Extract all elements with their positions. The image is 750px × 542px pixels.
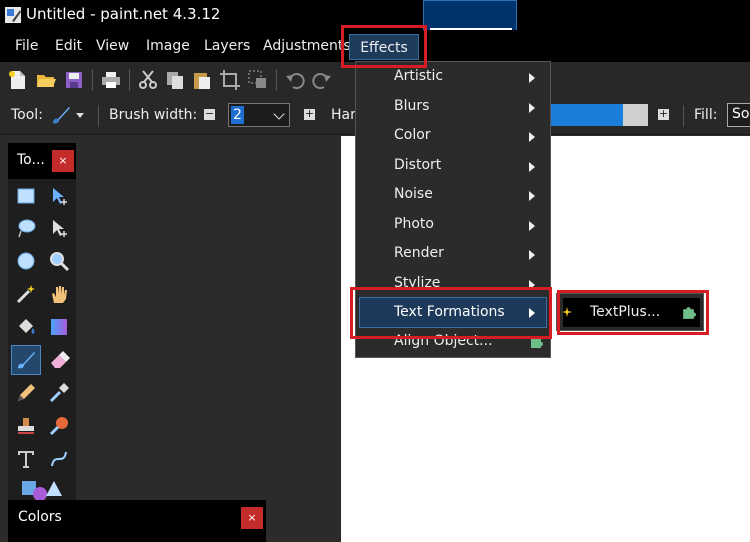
zoom-icon[interactable] [46, 248, 72, 274]
menu-adjustments[interactable]: Adjustments [263, 32, 351, 60]
move-selection-icon[interactable] [46, 215, 72, 241]
submenu-arrow-icon [529, 250, 535, 260]
toolbar-separator [92, 69, 93, 91]
save-icon[interactable] [63, 69, 85, 91]
tools-close-button[interactable]: × [52, 150, 74, 172]
clone-stamp-icon[interactable] [13, 413, 39, 439]
submenu-arrow-icon [529, 132, 535, 142]
paintbrush-tool-icon[interactable] [50, 104, 72, 126]
submenu-arrow-icon [529, 191, 535, 201]
fill-select[interactable]: Sol [727, 103, 750, 127]
recolor-icon[interactable] [46, 413, 72, 439]
open-icon[interactable] [35, 69, 57, 91]
magic-wand-icon[interactable] [13, 281, 39, 307]
paintnet-app-icon [4, 6, 22, 24]
decrease-width-icon[interactable]: − [204, 108, 215, 120]
gradient-icon[interactable] [46, 314, 72, 340]
effects-item-distort[interactable]: Distort [356, 152, 550, 181]
colors-close-button[interactable]: × [241, 507, 263, 529]
toolbar-separator [276, 69, 277, 91]
colors-panel-title: Colors [18, 509, 62, 525]
redo-icon[interactable] [311, 69, 333, 91]
brush-width-value: 2 [231, 106, 244, 124]
pencil-icon[interactable] [13, 380, 39, 406]
effects-item-blurs[interactable]: Blurs [356, 93, 550, 122]
text-tool-icon[interactable] [13, 446, 39, 472]
hardness-slider-fill [548, 104, 623, 126]
toolbar-separator [98, 105, 99, 127]
effects-item-render[interactable]: Render [356, 240, 550, 269]
fill-select-value: Sol [732, 106, 750, 122]
paintbrush-icon[interactable] [11, 345, 41, 375]
effects-item-photo[interactable]: Photo [356, 211, 550, 240]
toolbar-separator [683, 105, 684, 127]
menu-file[interactable]: File [15, 32, 38, 60]
highlight-box-textplus [557, 290, 709, 335]
submenu-arrow-icon [529, 73, 535, 83]
window-title: Untitled - paint.net 4.3.12 [26, 5, 221, 23]
undo-icon[interactable] [284, 69, 306, 91]
lasso-select-icon[interactable] [13, 215, 39, 241]
cut-icon[interactable] [137, 69, 159, 91]
submenu-arrow-icon [529, 162, 535, 172]
menu-edit[interactable]: Edit [55, 32, 82, 60]
fill-label: Fill: [694, 107, 718, 123]
menu-view[interactable]: View [96, 32, 129, 60]
tool-dropdown-arrow-icon[interactable] [76, 113, 84, 118]
copy-icon[interactable] [164, 69, 186, 91]
brush-width-label: Brush width: [109, 107, 198, 123]
chevron-down-icon[interactable] [273, 108, 285, 120]
highlight-box-text-formations [350, 287, 552, 339]
move-selected-icon[interactable] [46, 183, 72, 209]
new-icon[interactable] [7, 69, 29, 91]
pan-hand-icon[interactable] [46, 281, 72, 307]
menu-layers[interactable]: Layers [204, 32, 250, 60]
brush-width-input[interactable]: 2 [228, 103, 290, 127]
print-icon[interactable] [100, 69, 122, 91]
color-picker-icon[interactable] [46, 380, 72, 406]
increase-width-icon[interactable]: + [304, 108, 315, 120]
tools-panel-title: To... [17, 152, 45, 168]
effects-item-noise[interactable]: Noise [356, 181, 550, 210]
hardness-label: Har [331, 107, 356, 123]
submenu-arrow-icon [529, 103, 535, 113]
tool-label: Tool: [11, 107, 43, 123]
paint-bucket-icon[interactable] [13, 314, 39, 340]
eraser-icon[interactable] [46, 347, 72, 373]
hardness-slider[interactable] [548, 104, 648, 126]
effects-item-color[interactable]: Color [356, 122, 550, 151]
line-curve-icon[interactable] [46, 446, 72, 472]
menu-image[interactable]: Image [146, 32, 190, 60]
ellipse-select-icon[interactable] [13, 248, 39, 274]
rectangle-select-icon[interactable] [13, 183, 39, 209]
deselect-icon[interactable] [247, 69, 269, 91]
highlight-box-effects [341, 25, 427, 68]
increase-hardness-icon[interactable]: + [658, 108, 669, 120]
crop-icon[interactable] [219, 69, 241, 91]
toolbar-separator [129, 69, 130, 91]
submenu-arrow-icon [529, 221, 535, 231]
paste-icon[interactable] [191, 69, 213, 91]
